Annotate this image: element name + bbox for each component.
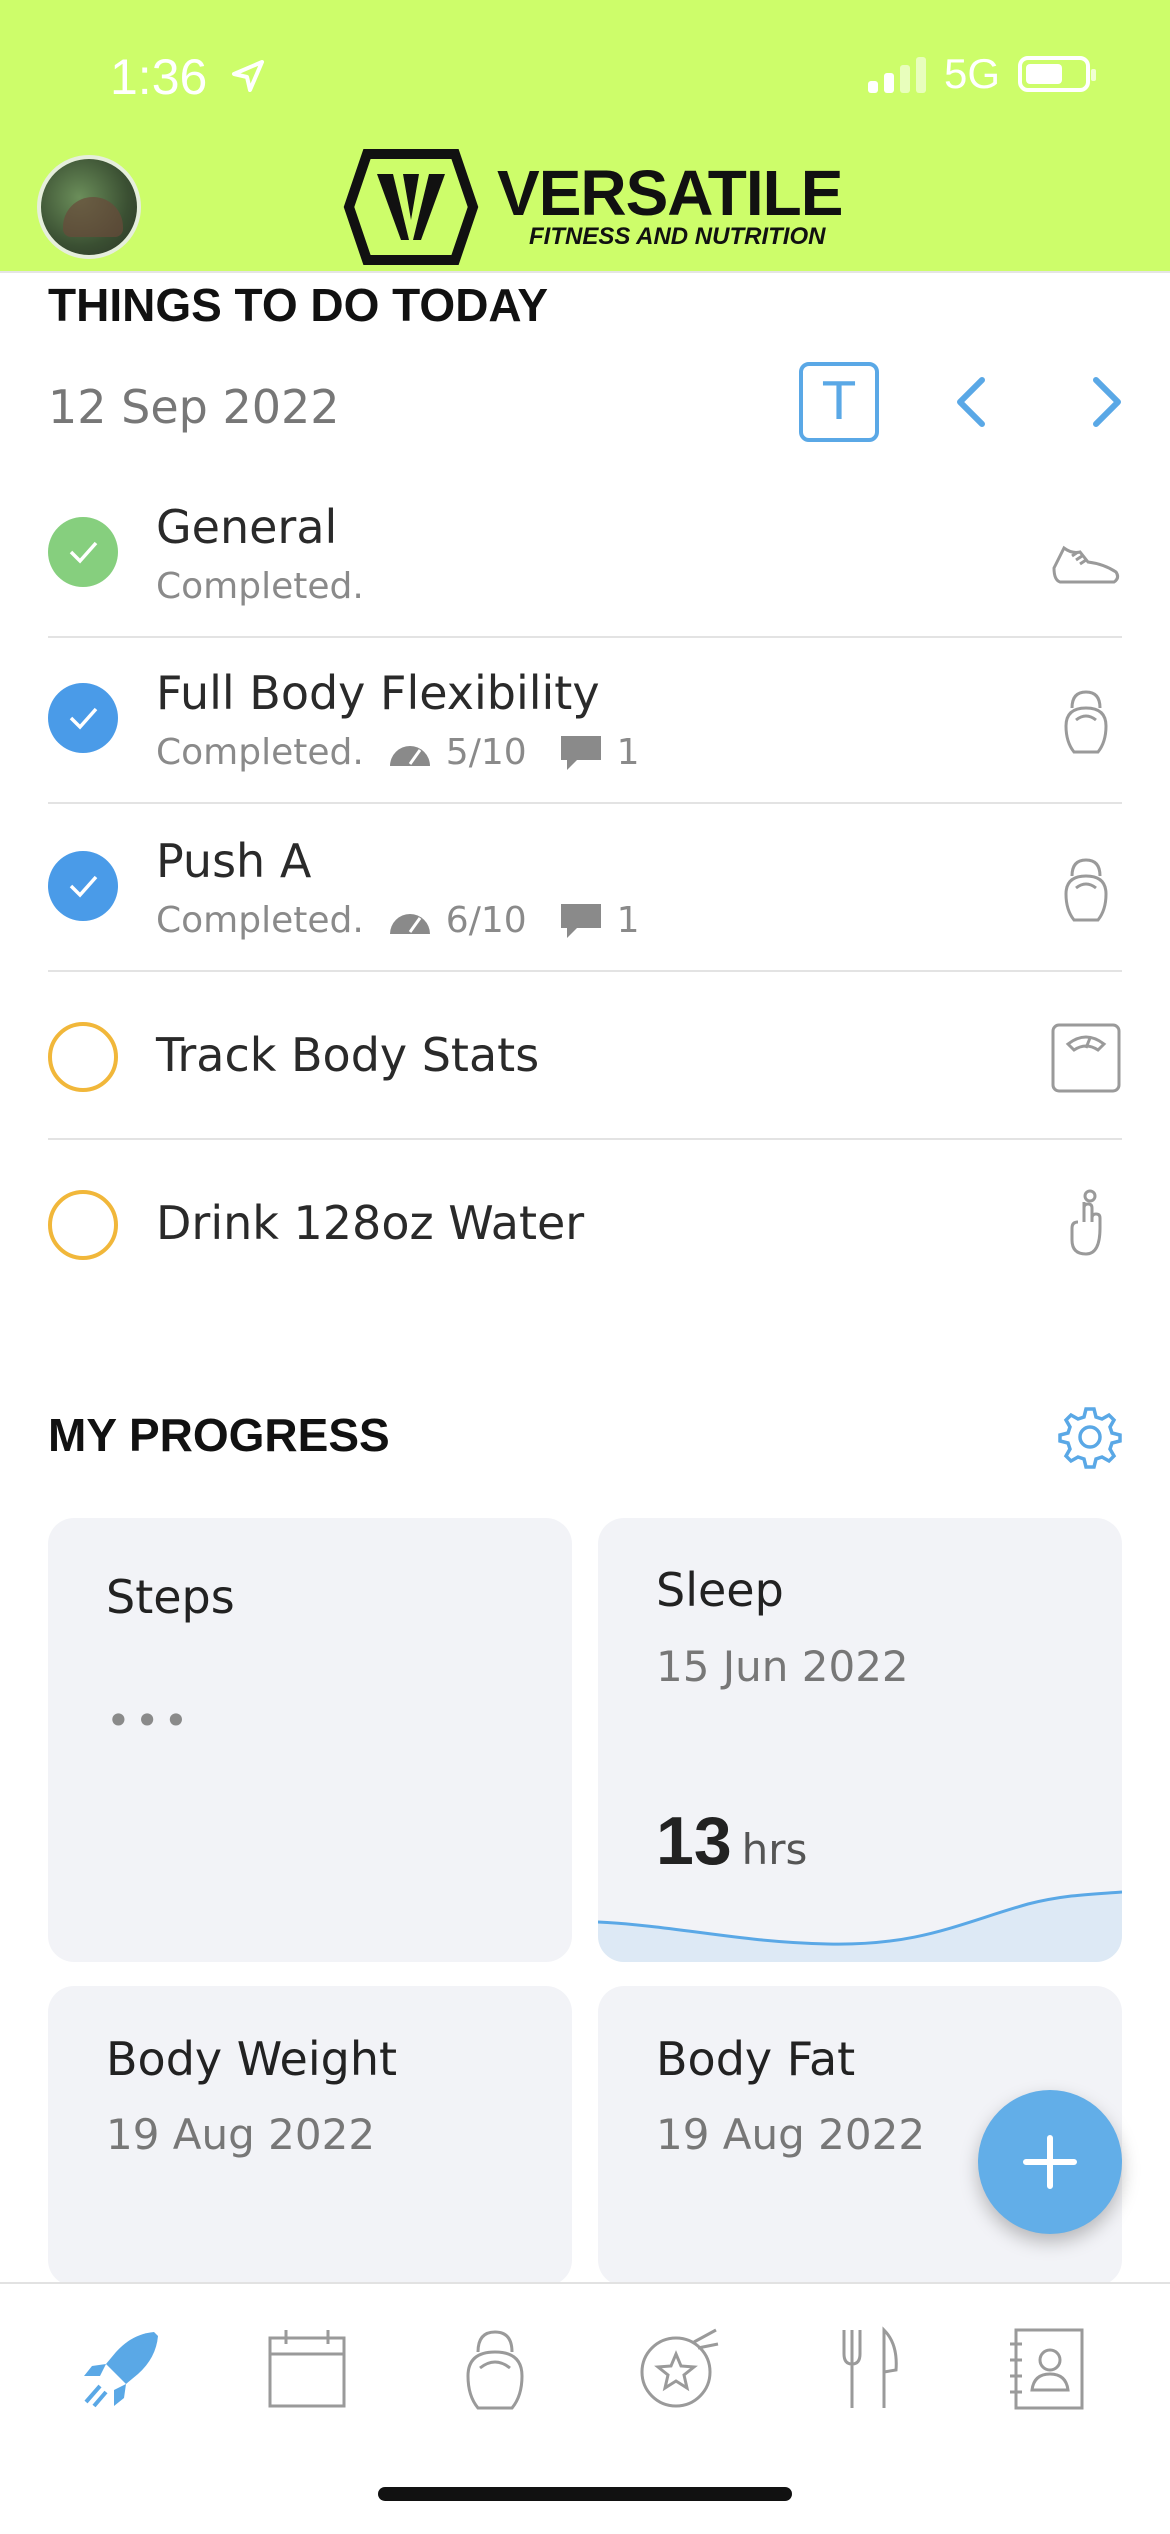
today-button[interactable]: T <box>799 362 879 442</box>
task-title: General <box>156 500 338 554</box>
home-indicator[interactable] <box>378 2487 792 2501</box>
sleep-unit: hrs <box>741 1825 808 1874</box>
progress-section-title: MY PROGRESS <box>48 1409 390 1461</box>
task-drink-water[interactable]: Drink 128oz Water <box>48 1188 1122 1268</box>
task-rating: 6/10 <box>445 900 527 941</box>
task-track-body-stats[interactable]: Track Body Stats <box>48 1020 1122 1100</box>
steps-card[interactable]: Steps ••• <box>48 1518 572 1962</box>
brand-logo: VERSATILE FITNESS AND NUTRITION <box>343 148 843 266</box>
contact-book-icon[interactable] <box>1004 2324 1094 2414</box>
kettlebell-icon <box>1064 690 1108 754</box>
avatar[interactable] <box>37 155 141 259</box>
brand-title: VERSATILE <box>497 157 843 229</box>
task-rating: 5/10 <box>445 732 527 773</box>
loading-indicator: ••• <box>106 1696 193 1745</box>
check-complete-icon[interactable] <box>48 851 118 921</box>
check-complete-icon[interactable] <box>48 683 118 753</box>
battery-icon <box>1018 56 1096 92</box>
add-button[interactable] <box>978 2090 1122 2234</box>
check-pending-icon[interactable] <box>48 1022 118 1092</box>
star-badge-icon[interactable] <box>634 2324 724 2414</box>
task-title: Full Body Flexibility <box>156 666 600 720</box>
comment-icon <box>560 903 601 938</box>
app-header: 1:36 5G VERSATILE FITNESS AND NUTRITION <box>0 0 1170 272</box>
sneaker-icon <box>1052 545 1120 584</box>
comment-icon <box>560 735 601 770</box>
sleep-card[interactable]: Sleep 15 Jun 2022 13 hrs <box>598 1518 1122 1962</box>
prev-day-button[interactable] <box>944 372 1004 432</box>
check-complete-icon[interactable] <box>48 517 118 587</box>
card-date: 19 Aug 2022 <box>106 2110 376 2159</box>
signal-icon <box>867 55 926 93</box>
shield-logo-icon <box>343 149 479 265</box>
sleep-trend-sparkline <box>598 1890 1122 1962</box>
check-pending-icon[interactable] <box>48 1190 118 1260</box>
kettlebell-icon <box>1064 858 1108 922</box>
task-divider <box>48 802 1122 804</box>
task-status: Completed. <box>156 732 364 773</box>
todo-date: 12 Sep 2022 <box>48 380 340 434</box>
todo-section-title: THINGS TO DO TODAY <box>48 279 549 331</box>
card-title: Body Fat <box>656 2032 856 2086</box>
body-weight-card[interactable]: Body Weight 19 Aug 2022 <box>48 1986 572 2286</box>
rocket-icon[interactable] <box>76 2324 166 2414</box>
card-title: Steps <box>106 1570 235 1624</box>
task-divider <box>48 970 1122 972</box>
task-general[interactable]: General Completed. <box>48 500 1122 630</box>
plus-icon <box>1023 2135 1077 2189</box>
location-arrow-icon <box>232 60 264 92</box>
status-time: 1:36 <box>110 49 208 105</box>
card-title: Body Weight <box>106 2032 398 2086</box>
task-divider <box>48 1138 1122 1140</box>
next-day-button[interactable] <box>1074 372 1134 432</box>
task-push-a[interactable]: Push A Completed. 6/10 1 <box>48 834 1122 964</box>
gear-icon[interactable] <box>1058 1405 1122 1469</box>
task-divider <box>48 636 1122 638</box>
scale-icon <box>1051 1023 1121 1093</box>
kettlebell-icon[interactable] <box>450 2324 540 2414</box>
task-comments: 1 <box>616 900 640 941</box>
task-title: Drink 128oz Water <box>156 1196 585 1250</box>
brand-tagline: FITNESS AND NUTRITION <box>529 223 826 250</box>
task-title: Push A <box>156 834 312 888</box>
header-divider <box>0 271 1170 273</box>
task-status: Completed. <box>156 566 364 607</box>
card-title: Sleep <box>656 1563 784 1617</box>
finger-reminder-icon <box>1070 1189 1102 1256</box>
network-label: 5G <box>943 50 1000 97</box>
task-comments: 1 <box>616 732 640 773</box>
gauge-icon <box>389 745 430 766</box>
task-status: Completed. <box>156 900 364 941</box>
sleep-value: 13 <box>656 1803 732 1879</box>
card-date: 15 Jun 2022 <box>656 1642 909 1691</box>
card-date: 19 Aug 2022 <box>656 2110 926 2159</box>
task-full-body-flexibility[interactable]: Full Body Flexibility Completed. 5/10 1 <box>48 666 1122 796</box>
task-title: Track Body Stats <box>156 1028 540 1082</box>
calendar-icon[interactable] <box>262 2324 352 2414</box>
fork-knife-icon[interactable] <box>822 2324 912 2414</box>
status-indicators: 5G <box>867 50 1096 98</box>
gauge-icon <box>389 913 430 934</box>
